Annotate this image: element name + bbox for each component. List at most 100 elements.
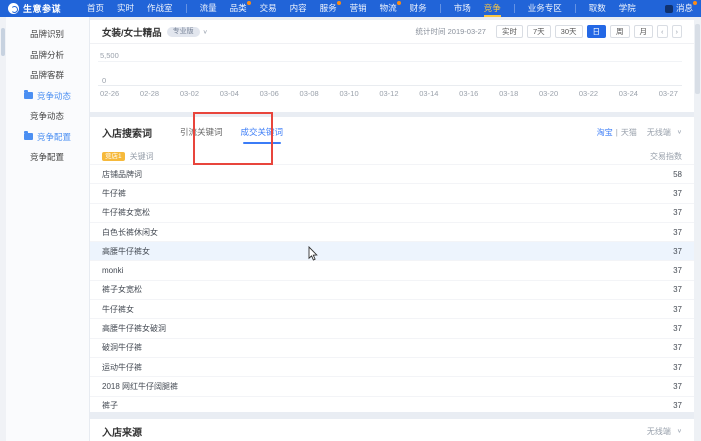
nav-item-业务专区[interactable]: 业务专区 [528, 0, 562, 17]
table-row[interactable]: 牛仔裤37 [90, 183, 694, 202]
x-tick-label: 03-18 [499, 89, 518, 98]
terminal-filter[interactable]: 无线端 [647, 127, 671, 138]
store-source-card: 入店来源 无线端 ∨ [90, 419, 694, 441]
keyword-cell: 高腰牛仔裤女破洞 [102, 323, 166, 334]
badge-dot [397, 1, 401, 5]
nav-item-流量[interactable]: 流量 [200, 0, 217, 17]
table-row[interactable]: 高腰牛仔裤女37 [90, 241, 694, 260]
keyword-cell: 运动牛仔裤 [102, 362, 142, 373]
value-cell: 37 [673, 208, 682, 217]
x-tick-label: 03-04 [220, 89, 239, 98]
section-title: 入店来源 [102, 424, 142, 439]
page-scrollbar[interactable] [694, 20, 701, 441]
sidebar-item-label: 竞争动态 [30, 110, 64, 122]
range-button-7天[interactable]: 7天 [527, 25, 551, 38]
main-content: 女装/女士精品 专业版 ∨ 统计时间 2019-03-27 实时 7天 30天日周月… [90, 17, 701, 441]
nav-item-物流[interactable]: 物流 [380, 0, 397, 17]
tab-成交关键词[interactable]: 成交关键词 [241, 117, 284, 147]
nav-item-竞争[interactable]: 竞争 [484, 0, 501, 17]
table-row[interactable]: 裤子37 [90, 396, 694, 415]
nav-menu: 首页实时作战室 流量品类交易内容服务营销物流财务 市场竞争 业务专区 取数学院 [87, 0, 636, 17]
sidebar-item-竞争动态[interactable]: 竞争动态 [6, 106, 89, 127]
value-cell: 37 [673, 228, 682, 237]
chevron-down-icon[interactable]: ∨ [677, 129, 682, 135]
x-axis-baseline [98, 85, 682, 86]
chevron-down-icon[interactable]: ∨ [203, 28, 208, 34]
time-controls: 统计时间 2019-03-27 实时 7天 30天日周月 ‹ › [416, 25, 682, 38]
nav-item-营销[interactable]: 营销 [350, 0, 367, 17]
table-row[interactable]: 破洞牛仔裤37 [90, 338, 694, 357]
table-header: 竞店1 关键词 交易指数 [90, 148, 694, 164]
sidebar-item-竞争动态[interactable]: 竞争动态 [6, 86, 89, 107]
top-nav: 生意参谋 首页实时作战室 流量品类交易内容服务营销物流财务 市场竞争 业务专区 取数学院… [0, 0, 701, 17]
platform-filter[interactable]: 淘宝 | 天猫 无线端 ∨ [597, 127, 682, 138]
nav-item-学院[interactable]: 学院 [619, 0, 636, 17]
sidebar-item-竞争配置[interactable]: 竞争配置 [6, 147, 89, 168]
range-button-实时[interactable]: 实时 [496, 25, 523, 38]
tab-引流关键词[interactable]: 引流关键词 [180, 117, 223, 147]
nav-item-内容[interactable]: 内容 [290, 0, 307, 17]
nav-item-取数[interactable]: 取数 [589, 0, 606, 17]
sidebar-scroll-thumb[interactable] [1, 28, 5, 56]
terminal-filter[interactable]: 无线端 ∨ [647, 426, 682, 437]
range-button-30天[interactable]: 30天 [555, 25, 583, 38]
sidebar-item-品牌分析[interactable]: 品牌分析 [6, 45, 89, 66]
range-button-日[interactable]: 日 [587, 25, 607, 38]
sidebar-item-label: 品牌分析 [30, 49, 64, 61]
table-row[interactable]: 裤子女宽松37 [90, 280, 694, 299]
value-column-header[interactable]: 交易指数 [650, 151, 682, 162]
sidebar-item-品牌客群[interactable]: 品牌客群 [6, 65, 89, 86]
messages-icon [665, 5, 673, 13]
x-tick-label: 03-10 [339, 89, 358, 98]
value-cell: 37 [673, 247, 682, 256]
keyword-cell: 破洞牛仔裤 [102, 342, 142, 353]
table-row[interactable]: monki37 [90, 260, 694, 279]
nav-item-作战室[interactable]: 作战室 [147, 0, 173, 17]
sidebar-item-label: 竞争配置 [37, 131, 71, 143]
table-row[interactable]: 2018 网红牛仔阔腿裤37 [90, 376, 694, 395]
sidebar-item-label: 竞争配置 [30, 151, 64, 163]
chevron-down-icon[interactable]: ∨ [677, 428, 682, 434]
nav-divider [575, 4, 576, 13]
platform-tmall[interactable]: 天猫 [621, 127, 637, 138]
value-cell: 37 [673, 363, 682, 372]
stat-time-label: 统计时间 2019-03-27 [416, 26, 486, 37]
nav-item-首页[interactable]: 首页 [87, 0, 104, 17]
prev-period-button[interactable]: ‹ [657, 25, 668, 38]
nav-item-品类[interactable]: 品类 [230, 0, 247, 17]
category-name[interactable]: 女装/女士精品 [102, 25, 162, 39]
table-row[interactable]: 牛仔裤女37 [90, 299, 694, 318]
nav-messages[interactable]: 消息 [665, 0, 693, 17]
folder-icon [24, 133, 33, 140]
value-cell: 37 [673, 324, 682, 333]
table-row[interactable]: 运动牛仔裤 37 [90, 357, 694, 376]
next-period-button[interactable]: › [672, 25, 683, 38]
keyword-tabs: 引流关键词成交关键词 [180, 117, 283, 147]
range-button-周[interactable]: 周 [610, 25, 630, 38]
edition-badge: 专业版 [167, 27, 200, 37]
keyword-table: 店铺品牌词58牛仔裤37牛仔裤女宽松37白色长裤休闲女37高腰牛仔裤女37mon… [90, 164, 694, 415]
table-row[interactable]: 高腰牛仔裤女破洞 37 [90, 318, 694, 337]
folder-icon [24, 92, 33, 99]
page-scroll-thumb[interactable] [695, 24, 700, 94]
nav-divider [186, 4, 187, 13]
nav-item-交易[interactable]: 交易 [260, 0, 277, 17]
messages-label: 消息 [676, 0, 693, 17]
sidebar-item-品牌识别[interactable]: 品牌识别 [6, 24, 89, 45]
range-button-月[interactable]: 月 [634, 25, 654, 38]
platform-taobao[interactable]: 淘宝 [597, 127, 613, 138]
nav-item-服务[interactable]: 服务 [320, 0, 337, 17]
brand[interactable]: 生意参谋 [8, 2, 61, 15]
table-row[interactable]: 牛仔裤女宽松37 [90, 203, 694, 222]
value-cell: 58 [673, 170, 682, 179]
nav-item-实时[interactable]: 实时 [117, 0, 134, 17]
table-row[interactable]: 店铺品牌词58 [90, 164, 694, 183]
table-row[interactable]: 白色长裤休闲女37 [90, 222, 694, 241]
value-cell: 37 [673, 305, 682, 314]
search-words-header: 入店搜索词 引流关键词成交关键词 淘宝 | 天猫 无线端 ∨ [90, 117, 694, 147]
sidebar-item-竞争配置[interactable]: 竞争配置 [6, 127, 89, 148]
trend-card-header: 女装/女士精品 专业版 ∨ 统计时间 2019-03-27 实时 7天 30天日周月… [90, 20, 694, 44]
nav-item-市场[interactable]: 市场 [454, 0, 471, 17]
badge-dot [247, 1, 251, 5]
nav-item-财务[interactable]: 财务 [410, 0, 427, 17]
